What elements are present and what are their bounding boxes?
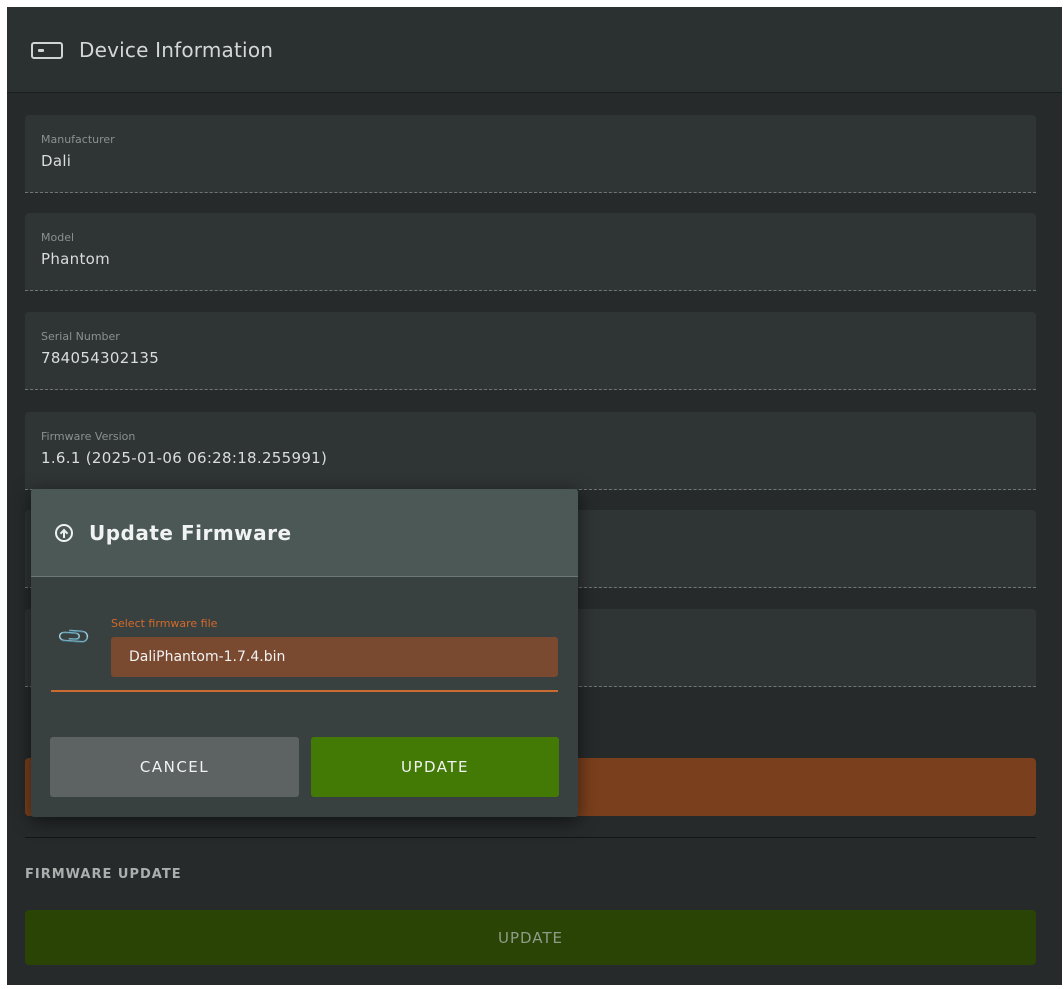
- manufacturer-value: Dali: [41, 152, 72, 170]
- arrow-up-circle-icon: [55, 523, 73, 542]
- panel-title: Device Information: [79, 37, 274, 62]
- model-value: Phantom: [41, 250, 111, 268]
- dialog-header: Update Firmware: [31, 489, 578, 577]
- model-field: Model Phantom: [25, 213, 1036, 291]
- firmware-update-button[interactable]: UPDATE: [25, 910, 1036, 965]
- cancel-button[interactable]: CANCEL: [50, 737, 299, 797]
- firmware-version-field: Firmware Version 1.6.1 (2025-01-06 06:28…: [25, 412, 1036, 490]
- update-button[interactable]: UPDATE: [311, 737, 559, 797]
- firmware-version-label: Firmware Version: [41, 430, 136, 443]
- manufacturer-field: Manufacturer Dali: [25, 115, 1036, 193]
- file-input-underline: [51, 690, 558, 692]
- device-icon: [31, 42, 63, 59]
- dialog-title: Update Firmware: [89, 520, 292, 545]
- serial-number-field: Serial Number 784054302135: [25, 312, 1036, 390]
- serial-number-value: 784054302135: [41, 349, 160, 367]
- model-label: Model: [41, 231, 75, 244]
- serial-number-label: Serial Number: [41, 330, 120, 343]
- firmware-file-input[interactable]: DaliPhantom-1.7.4.bin: [111, 637, 558, 677]
- manufacturer-label: Manufacturer: [41, 133, 115, 146]
- firmware-version-value: 1.6.1 (2025-01-06 06:28:18.255991): [41, 449, 328, 467]
- update-firmware-dialog: Update Firmware 📎 Select firmware file D…: [31, 489, 578, 817]
- firmware-update-section-label: FIRMWARE UPDATE: [25, 867, 182, 882]
- paperclip-icon[interactable]: 📎: [56, 619, 93, 656]
- section-divider: [25, 837, 1036, 838]
- panel-header: Device Information: [7, 7, 1062, 93]
- file-input-label: Select firmware file: [111, 617, 218, 630]
